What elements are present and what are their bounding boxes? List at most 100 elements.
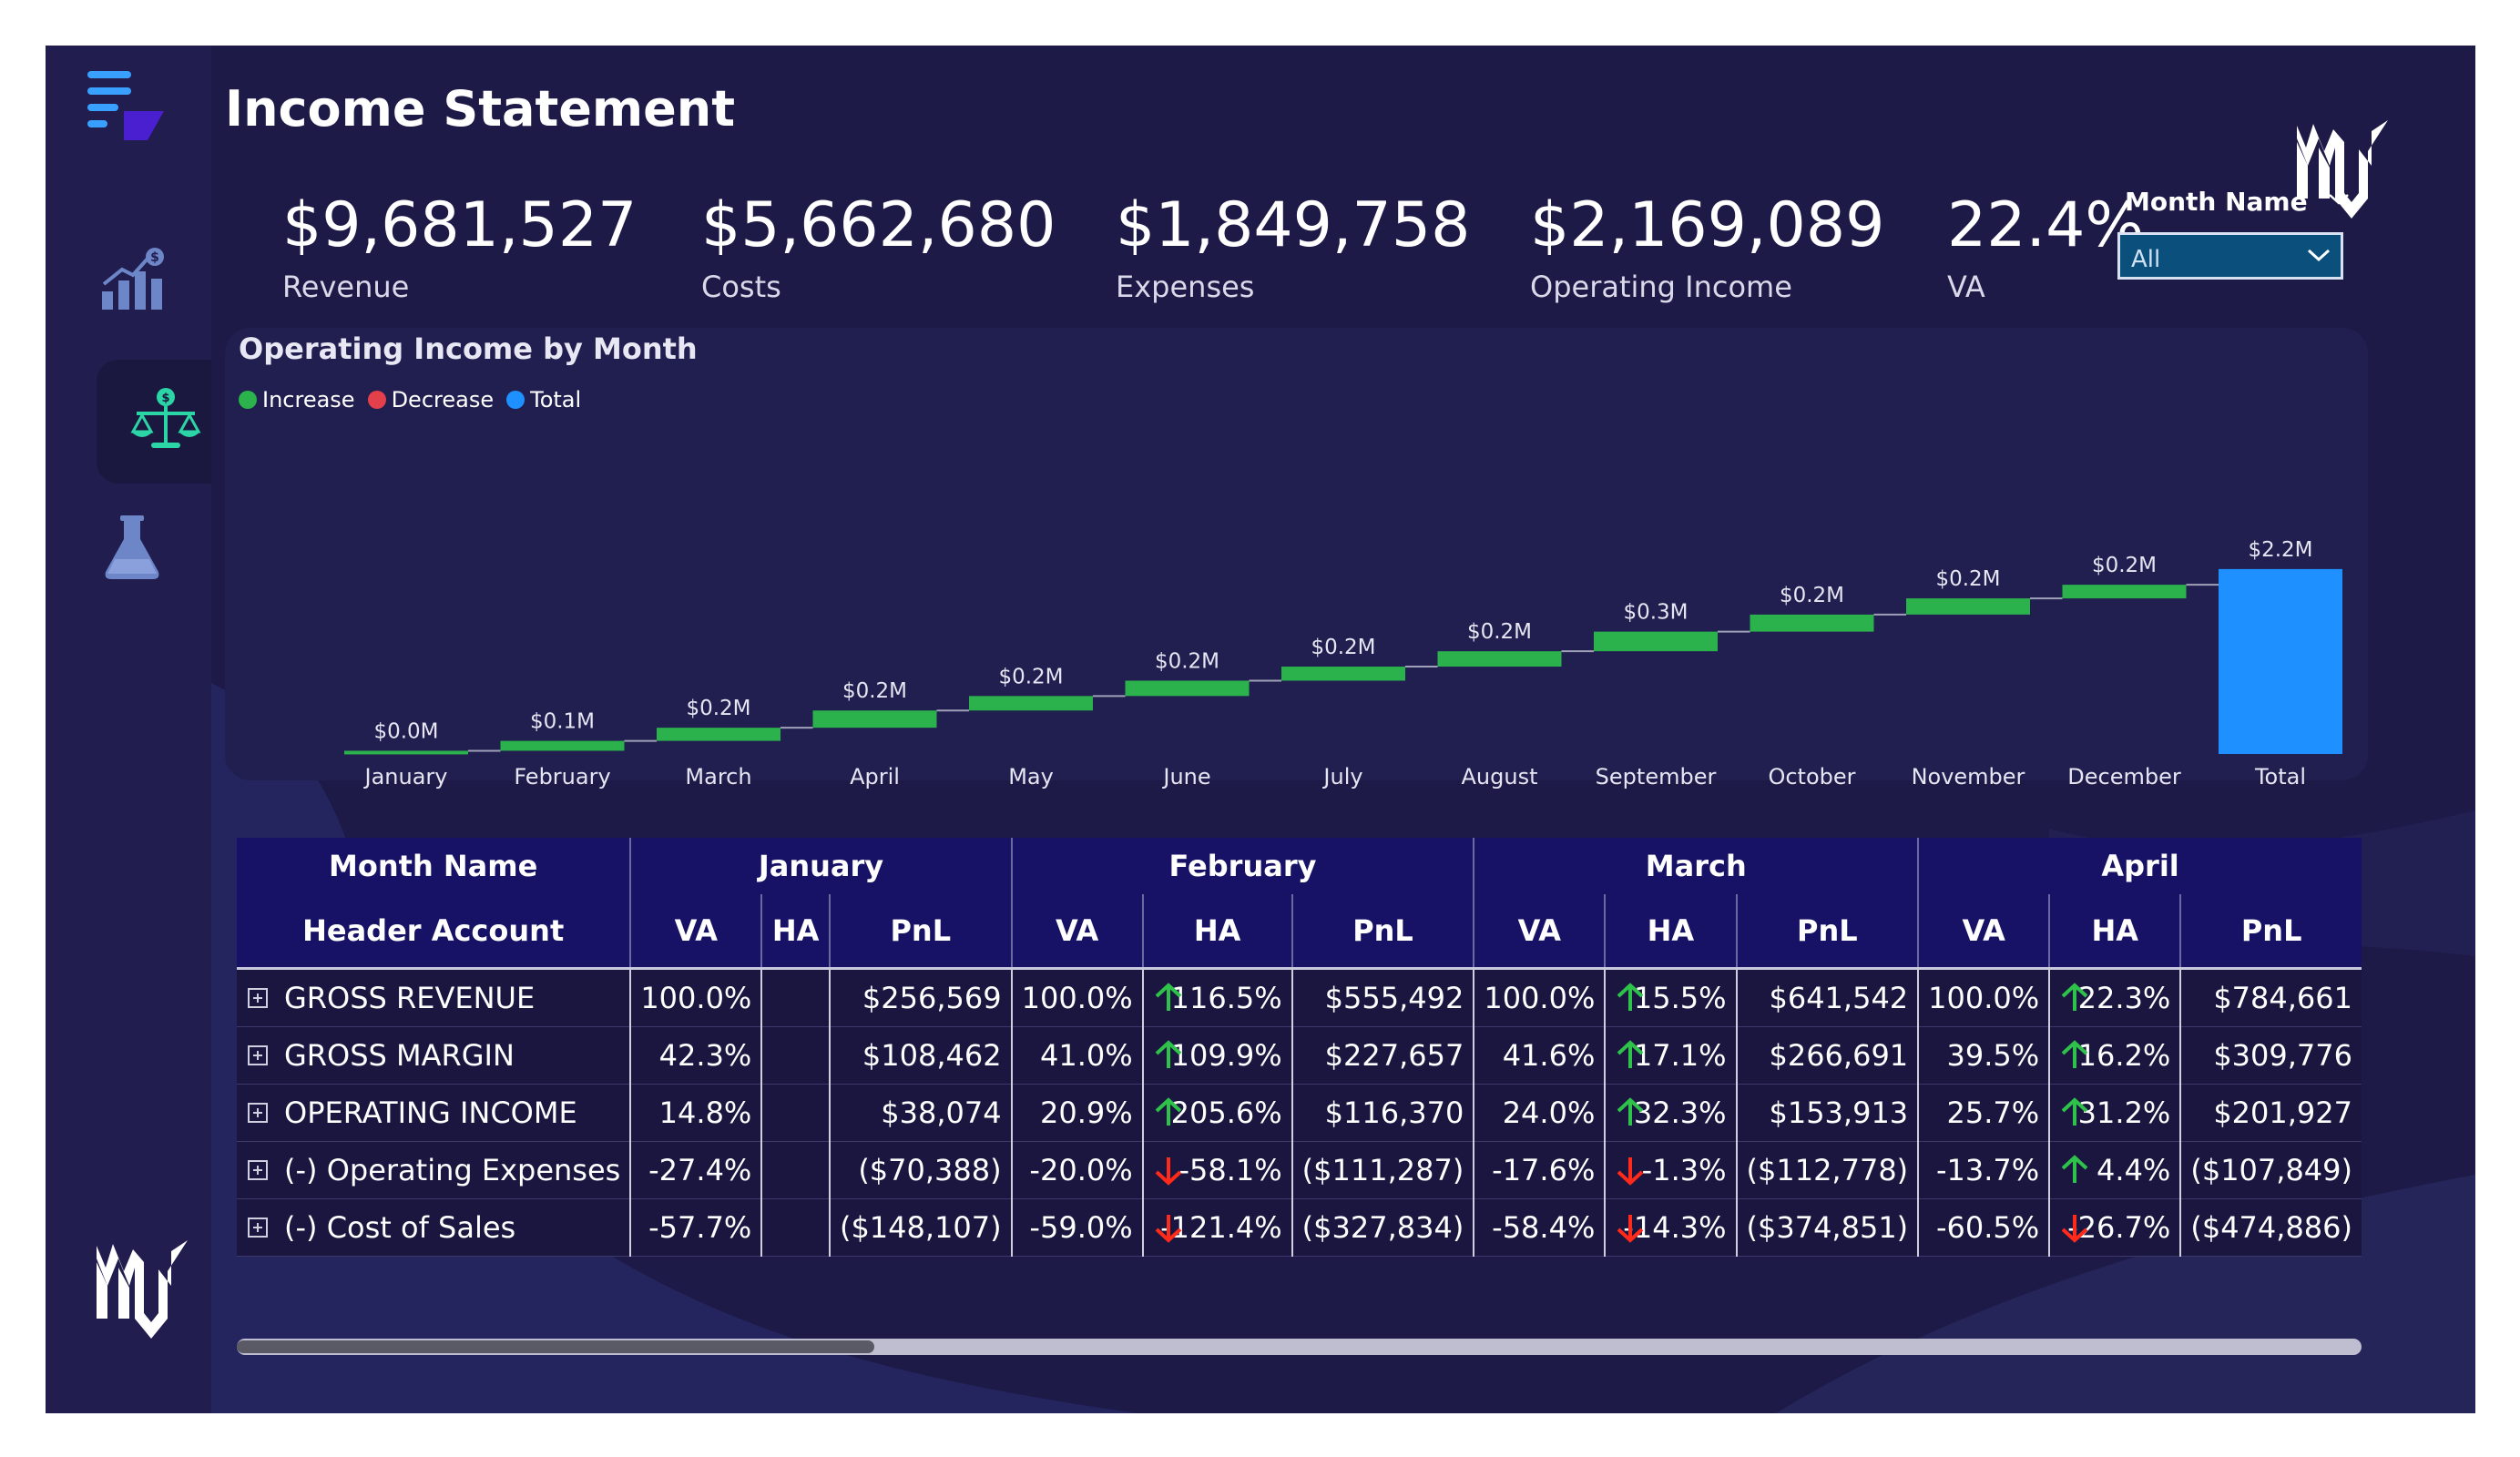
cell-va: 42.3% (629, 1026, 762, 1085)
x-tick-label: August (1462, 764, 1538, 790)
ha-value: 109.9% (1170, 1038, 1282, 1073)
cell-va: 41.6% (1473, 1026, 1606, 1085)
cell-pnl: $641,542 (1735, 968, 1919, 1027)
cell-pnl: ($112,778) (1735, 1141, 1919, 1199)
data-label: $0.2M (1311, 636, 1375, 659)
scrollbar-thumb[interactable] (237, 1340, 874, 1353)
arrow-up-icon (1155, 983, 1181, 1011)
account-label: OPERATING INCOME (284, 1095, 577, 1130)
data-label: $0.2M (2092, 554, 2157, 577)
arrow-down-icon (1155, 1157, 1181, 1186)
arrow-up-icon (1155, 1040, 1181, 1068)
chart-bar-january[interactable] (344, 750, 468, 755)
expand-icon[interactable] (248, 1103, 268, 1123)
cell-va: -60.5% (1917, 1198, 2050, 1257)
data-label: $0.3M (1623, 601, 1688, 625)
chart-bar-may[interactable] (969, 696, 1093, 711)
chart-bar-february[interactable] (500, 740, 625, 751)
pnl-matrix: Month Name January February March April … (237, 838, 2362, 1302)
row-header-account: GROSS REVENUE (237, 968, 631, 1027)
expand-icon[interactable] (248, 1045, 268, 1065)
chart-bar-june[interactable] (1125, 680, 1250, 697)
cell-pnl: $38,074 (828, 1084, 1012, 1142)
data-label: $0.2M (1467, 620, 1532, 644)
arrow-up-icon (1617, 983, 1644, 1011)
cell-ha: -14.3% (1604, 1198, 1737, 1257)
chart-bar-april[interactable] (812, 710, 937, 728)
cell-va: 100.0% (1917, 968, 2050, 1027)
x-tick-label: April (850, 764, 900, 790)
subcol-va-january: VA (629, 894, 762, 970)
data-label: $0.2M (1935, 567, 2000, 591)
arrow-up-icon (2061, 1097, 2088, 1126)
cell-ha: 16.2% (2048, 1026, 2181, 1085)
chart-bar-total[interactable] (2219, 568, 2342, 754)
data-label: $0.2M (998, 665, 1063, 688)
x-tick-label: January (363, 764, 448, 790)
arrow-up-icon (2061, 1040, 2088, 1068)
subcol-pnl-january: PnL (828, 894, 1012, 970)
subcol-va-march: VA (1473, 894, 1606, 970)
cell-ha: 109.9% (1141, 1026, 1292, 1085)
cell-ha (760, 1141, 830, 1199)
chart-bar-october[interactable] (1750, 614, 1874, 632)
row-header-account: OPERATING INCOME (237, 1084, 631, 1142)
month-header-february: February (1010, 838, 1474, 894)
cell-va: 25.7% (1917, 1084, 2050, 1142)
cell-va: 14.8% (629, 1084, 762, 1142)
cell-pnl: $784,661 (2179, 968, 2362, 1027)
arrow-down-icon (2061, 1215, 2088, 1243)
account-label: GROSS REVENUE (284, 981, 536, 1015)
chart-bar-september[interactable] (1594, 631, 1718, 652)
chart-bar-march[interactable] (657, 728, 780, 741)
expand-icon[interactable] (248, 1218, 268, 1238)
cell-pnl: $555,492 (1291, 968, 1474, 1027)
ha-value: 15.5% (1633, 981, 1727, 1015)
chart-bar-august[interactable] (1437, 651, 1562, 667)
cell-ha (760, 1026, 830, 1085)
cell-ha: 17.1% (1604, 1026, 1737, 1085)
data-label: $2.2M (2248, 538, 2312, 562)
chart-bar-december[interactable] (2062, 585, 2187, 599)
arrow-down-icon (1617, 1157, 1644, 1186)
cell-va: 100.0% (629, 968, 762, 1027)
chart-bar-july[interactable] (1281, 667, 1405, 681)
chart-bar-november[interactable] (1906, 598, 2030, 615)
subcol-ha-february: HA (1141, 894, 1292, 970)
x-tick-label: July (1321, 764, 1362, 790)
arrow-down-icon (1617, 1215, 1644, 1243)
month-header-row: Month Name January February March April (237, 838, 2362, 894)
cell-va: 100.0% (1010, 968, 1143, 1027)
expand-icon[interactable] (248, 988, 268, 1008)
cell-ha: 205.6% (1141, 1084, 1292, 1142)
table-row: GROSS REVENUE 100.0% $256,569 100.0% 116.5% $… (237, 968, 2362, 1027)
cell-ha (760, 968, 830, 1027)
data-label: $0.0M (373, 719, 438, 743)
cell-ha (760, 1198, 830, 1257)
expand-icon[interactable] (248, 1160, 268, 1180)
cell-ha: -121.4% (1141, 1198, 1292, 1257)
cell-pnl: $266,691 (1735, 1026, 1919, 1085)
x-tick-label: September (1596, 764, 1717, 790)
cell-ha: 32.3% (1604, 1084, 1737, 1142)
data-label: $0.2M (686, 697, 750, 720)
cell-ha: 22.3% (2048, 968, 2181, 1027)
cell-va: -59.0% (1010, 1198, 1143, 1257)
data-label: $0.2M (842, 679, 907, 703)
cell-pnl: ($474,886) (2179, 1198, 2362, 1257)
table-row: GROSS MARGIN 42.3% $108,462 41.0% 109.9% $227… (237, 1026, 2362, 1085)
subcol-ha-march: HA (1604, 894, 1737, 970)
cell-va: -58.4% (1473, 1198, 1606, 1257)
pnl-table: Month Name January February March April … (237, 838, 2362, 1257)
month-header-april: April (1917, 838, 2362, 894)
cell-va: 20.9% (1010, 1084, 1143, 1142)
cell-ha: 31.2% (2048, 1084, 2181, 1142)
waterfall-chart: $0.0M January $0.1M February $0.2M March $0.2M… (344, 538, 2342, 790)
cell-va: -17.6% (1473, 1141, 1606, 1199)
cell-va: 41.0% (1010, 1026, 1143, 1085)
arrow-up-icon (1617, 1040, 1644, 1068)
account-label: (-) Operating Expenses (284, 1153, 621, 1187)
subcolumn-header-row: Header Account VA HA PnL VA HA PnL VA HA PnL VA HA… (237, 894, 2362, 970)
arrow-up-icon (1617, 1097, 1644, 1126)
corner-month-name: Month Name (237, 838, 631, 894)
